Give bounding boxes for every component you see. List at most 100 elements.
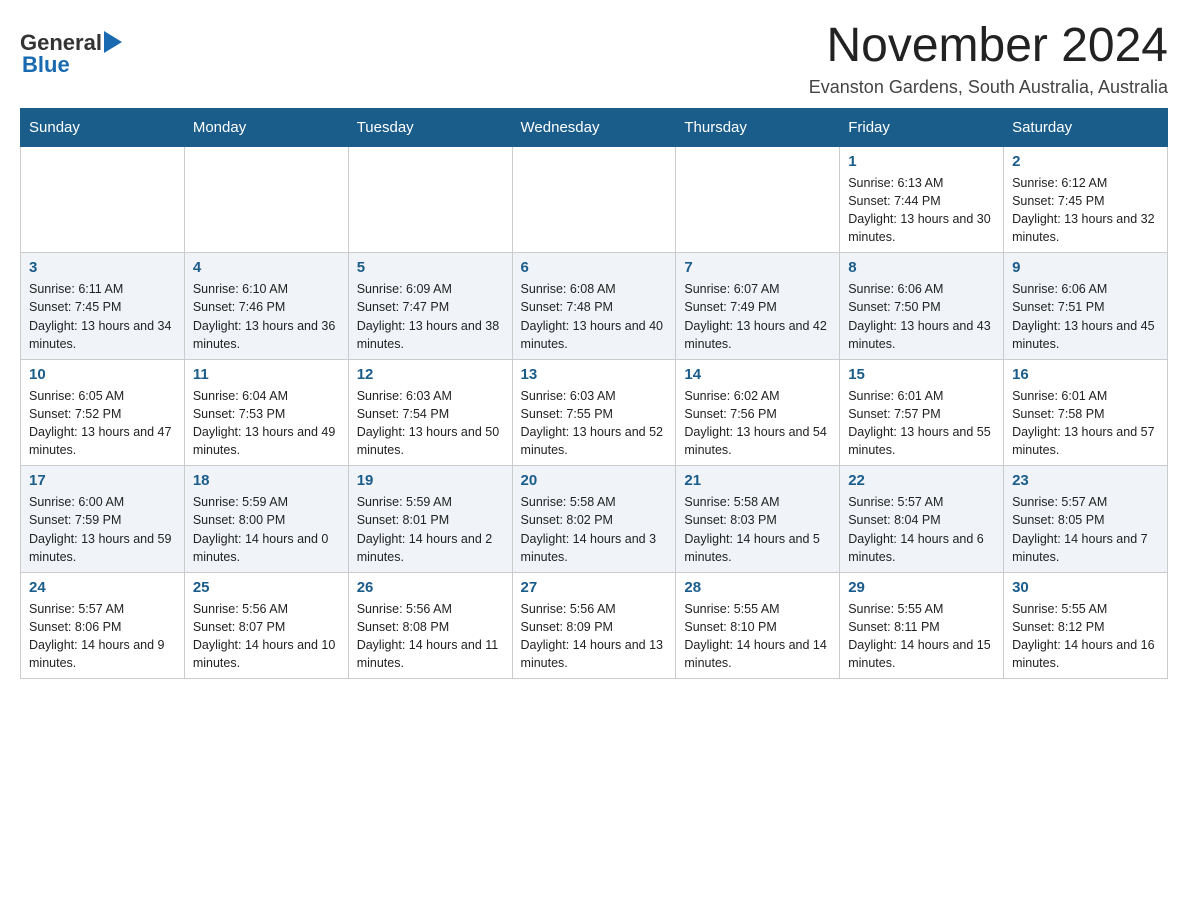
day-number: 11 (193, 366, 340, 383)
day-number: 6 (521, 259, 668, 276)
calendar-day-cell: 28 Sunrise: 5:55 AM Sunset: 8:10 PM Dayli… (676, 572, 840, 679)
day-number: 4 (193, 259, 340, 276)
calendar-day-cell: 17Sunrise: 6:00 AM Sunset: 7:59 PM Dayli… (21, 466, 185, 573)
calendar-week-row: 1 Sunrise: 6:13 AM Sunset: 7:44 PM Daylig… (21, 146, 1168, 253)
calendar-day-cell: 12 Sunrise: 6:03 AM Sunset: 7:54 PM Dayli… (348, 359, 512, 466)
calendar-day-cell (348, 146, 512, 253)
day-number: 3 (29, 259, 176, 276)
day-info: Sunrise: 5:58 AM Sunset: 8:02 PM Dayligh… (521, 493, 668, 566)
calendar-day-cell: 2Sunrise: 6:12 AM Sunset: 7:45 PM Daylig… (1004, 146, 1168, 253)
day-info: Sunrise: 5:57 AM Sunset: 8:06 PM Dayligh… (29, 600, 176, 673)
day-number: 23 (1012, 472, 1159, 489)
day-info: Sunrise: 5:59 AM Sunset: 8:01 PM Dayligh… (357, 493, 504, 566)
day-info: Sunrise: 5:55 AM Sunset: 8:11 PM Dayligh… (848, 600, 995, 673)
day-info: Sunrise: 6:11 AM Sunset: 7:45 PM Dayligh… (29, 280, 176, 353)
day-number: 17 (29, 472, 176, 489)
calendar-day-cell: 13 Sunrise: 6:03 AM Sunset: 7:55 PM Dayli… (512, 359, 676, 466)
day-info: Sunrise: 6:06 AM Sunset: 7:50 PM Dayligh… (848, 280, 995, 353)
day-info: Sunrise: 6:08 AM Sunset: 7:48 PM Dayligh… (521, 280, 668, 353)
day-info: Sunrise: 6:01 AM Sunset: 7:58 PM Dayligh… (1012, 387, 1159, 460)
page-header: General Blue November 2024 Evanston Gard… (20, 20, 1168, 98)
day-number: 1 (848, 153, 995, 170)
day-number: 21 (684, 472, 831, 489)
calendar-day-cell: 1 Sunrise: 6:13 AM Sunset: 7:44 PM Daylig… (840, 146, 1004, 253)
calendar-day-cell: 4Sunrise: 6:10 AM Sunset: 7:46 PM Daylig… (184, 253, 348, 360)
logo-arrow-icon (104, 31, 122, 53)
calendar-day-cell (676, 146, 840, 253)
day-info: Sunrise: 6:09 AM Sunset: 7:47 PM Dayligh… (357, 280, 504, 353)
calendar-day-cell: 14 Sunrise: 6:02 AM Sunset: 7:56 PM Dayli… (676, 359, 840, 466)
day-info: Sunrise: 6:06 AM Sunset: 7:51 PM Dayligh… (1012, 280, 1159, 353)
calendar-day-cell (21, 146, 185, 253)
logo-blue-text: Blue (22, 52, 70, 78)
calendar-day-cell: 23 Sunrise: 5:57 AM Sunset: 8:05 PM Dayli… (1004, 466, 1168, 573)
month-title: November 2024 (809, 20, 1168, 73)
day-info: Sunrise: 6:01 AM Sunset: 7:57 PM Dayligh… (848, 387, 995, 460)
calendar-day-cell: 8 Sunrise: 6:06 AM Sunset: 7:50 PM Daylig… (840, 253, 1004, 360)
day-number: 24 (29, 579, 176, 596)
calendar-day-cell: 9 Sunrise: 6:06 AM Sunset: 7:51 PM Daylig… (1004, 253, 1168, 360)
day-info: Sunrise: 5:56 AM Sunset: 8:07 PM Dayligh… (193, 600, 340, 673)
logo: General Blue (20, 30, 122, 78)
day-number: 8 (848, 259, 995, 276)
day-number: 14 (684, 366, 831, 383)
day-info: Sunrise: 5:56 AM Sunset: 8:09 PM Dayligh… (521, 600, 668, 673)
day-info: Sunrise: 5:56 AM Sunset: 8:08 PM Dayligh… (357, 600, 504, 673)
day-number: 2 (1012, 153, 1159, 170)
day-number: 15 (848, 366, 995, 383)
day-info: Sunrise: 5:57 AM Sunset: 8:05 PM Dayligh… (1012, 493, 1159, 566)
calendar-day-cell (512, 146, 676, 253)
day-number: 16 (1012, 366, 1159, 383)
day-info: Sunrise: 5:59 AM Sunset: 8:00 PM Dayligh… (193, 493, 340, 566)
day-number: 10 (29, 366, 176, 383)
day-of-week-header: Sunday (21, 108, 185, 146)
calendar-day-cell: 7Sunrise: 6:07 AM Sunset: 7:49 PM Daylig… (676, 253, 840, 360)
calendar-week-row: 17Sunrise: 6:00 AM Sunset: 7:59 PM Dayli… (21, 466, 1168, 573)
day-number: 13 (521, 366, 668, 383)
calendar-day-cell: 15 Sunrise: 6:01 AM Sunset: 7:57 PM Dayli… (840, 359, 1004, 466)
day-number: 5 (357, 259, 504, 276)
calendar-day-cell: 21Sunrise: 5:58 AM Sunset: 8:03 PM Dayli… (676, 466, 840, 573)
day-info: Sunrise: 6:04 AM Sunset: 7:53 PM Dayligh… (193, 387, 340, 460)
day-number: 7 (684, 259, 831, 276)
day-number: 20 (521, 472, 668, 489)
calendar-day-cell: 29 Sunrise: 5:55 AM Sunset: 8:11 PM Dayli… (840, 572, 1004, 679)
day-of-week-header: Monday (184, 108, 348, 146)
day-of-week-header: Thursday (676, 108, 840, 146)
calendar-week-row: 3 Sunrise: 6:11 AM Sunset: 7:45 PM Daylig… (21, 253, 1168, 360)
calendar-day-cell (184, 146, 348, 253)
calendar-day-cell: 20 Sunrise: 5:58 AM Sunset: 8:02 PM Dayli… (512, 466, 676, 573)
calendar-day-cell: 6 Sunrise: 6:08 AM Sunset: 7:48 PM Daylig… (512, 253, 676, 360)
day-info: Sunrise: 6:13 AM Sunset: 7:44 PM Dayligh… (848, 174, 995, 247)
day-number: 18 (193, 472, 340, 489)
day-number: 9 (1012, 259, 1159, 276)
day-info: Sunrise: 5:55 AM Sunset: 8:12 PM Dayligh… (1012, 600, 1159, 673)
day-number: 28 (684, 579, 831, 596)
day-number: 26 (357, 579, 504, 596)
calendar-day-cell: 16 Sunrise: 6:01 AM Sunset: 7:58 PM Dayli… (1004, 359, 1168, 466)
day-of-week-header: Friday (840, 108, 1004, 146)
day-number: 30 (1012, 579, 1159, 596)
calendar-day-cell: 18 Sunrise: 5:59 AM Sunset: 8:00 PM Dayli… (184, 466, 348, 573)
calendar-day-cell: 19 Sunrise: 5:59 AM Sunset: 8:01 PM Dayli… (348, 466, 512, 573)
calendar-table: SundayMondayTuesdayWednesdayThursdayFrid… (20, 108, 1168, 680)
day-of-week-header: Wednesday (512, 108, 676, 146)
day-info: Sunrise: 6:05 AM Sunset: 7:52 PM Dayligh… (29, 387, 176, 460)
day-number: 29 (848, 579, 995, 596)
calendar-day-cell: 26 Sunrise: 5:56 AM Sunset: 8:08 PM Dayli… (348, 572, 512, 679)
day-number: 12 (357, 366, 504, 383)
calendar-week-row: 10 Sunrise: 6:05 AM Sunset: 7:52 PM Dayli… (21, 359, 1168, 466)
day-number: 22 (848, 472, 995, 489)
calendar-day-cell: 5 Sunrise: 6:09 AM Sunset: 7:47 PM Daylig… (348, 253, 512, 360)
day-info: Sunrise: 6:02 AM Sunset: 7:56 PM Dayligh… (684, 387, 831, 460)
calendar-day-cell: 3 Sunrise: 6:11 AM Sunset: 7:45 PM Daylig… (21, 253, 185, 360)
calendar-header-row: SundayMondayTuesdayWednesdayThursdayFrid… (21, 108, 1168, 146)
day-info: Sunrise: 6:03 AM Sunset: 7:54 PM Dayligh… (357, 387, 504, 460)
day-info: Sunrise: 5:57 AM Sunset: 8:04 PM Dayligh… (848, 493, 995, 566)
day-number: 19 (357, 472, 504, 489)
day-number: 25 (193, 579, 340, 596)
calendar-day-cell: 25 Sunrise: 5:56 AM Sunset: 8:07 PM Dayli… (184, 572, 348, 679)
day-info: Sunrise: 6:03 AM Sunset: 7:55 PM Dayligh… (521, 387, 668, 460)
calendar-week-row: 24 Sunrise: 5:57 AM Sunset: 8:06 PM Dayli… (21, 572, 1168, 679)
day-info: Sunrise: 5:55 AM Sunset: 8:10 PM Dayligh… (684, 600, 831, 673)
